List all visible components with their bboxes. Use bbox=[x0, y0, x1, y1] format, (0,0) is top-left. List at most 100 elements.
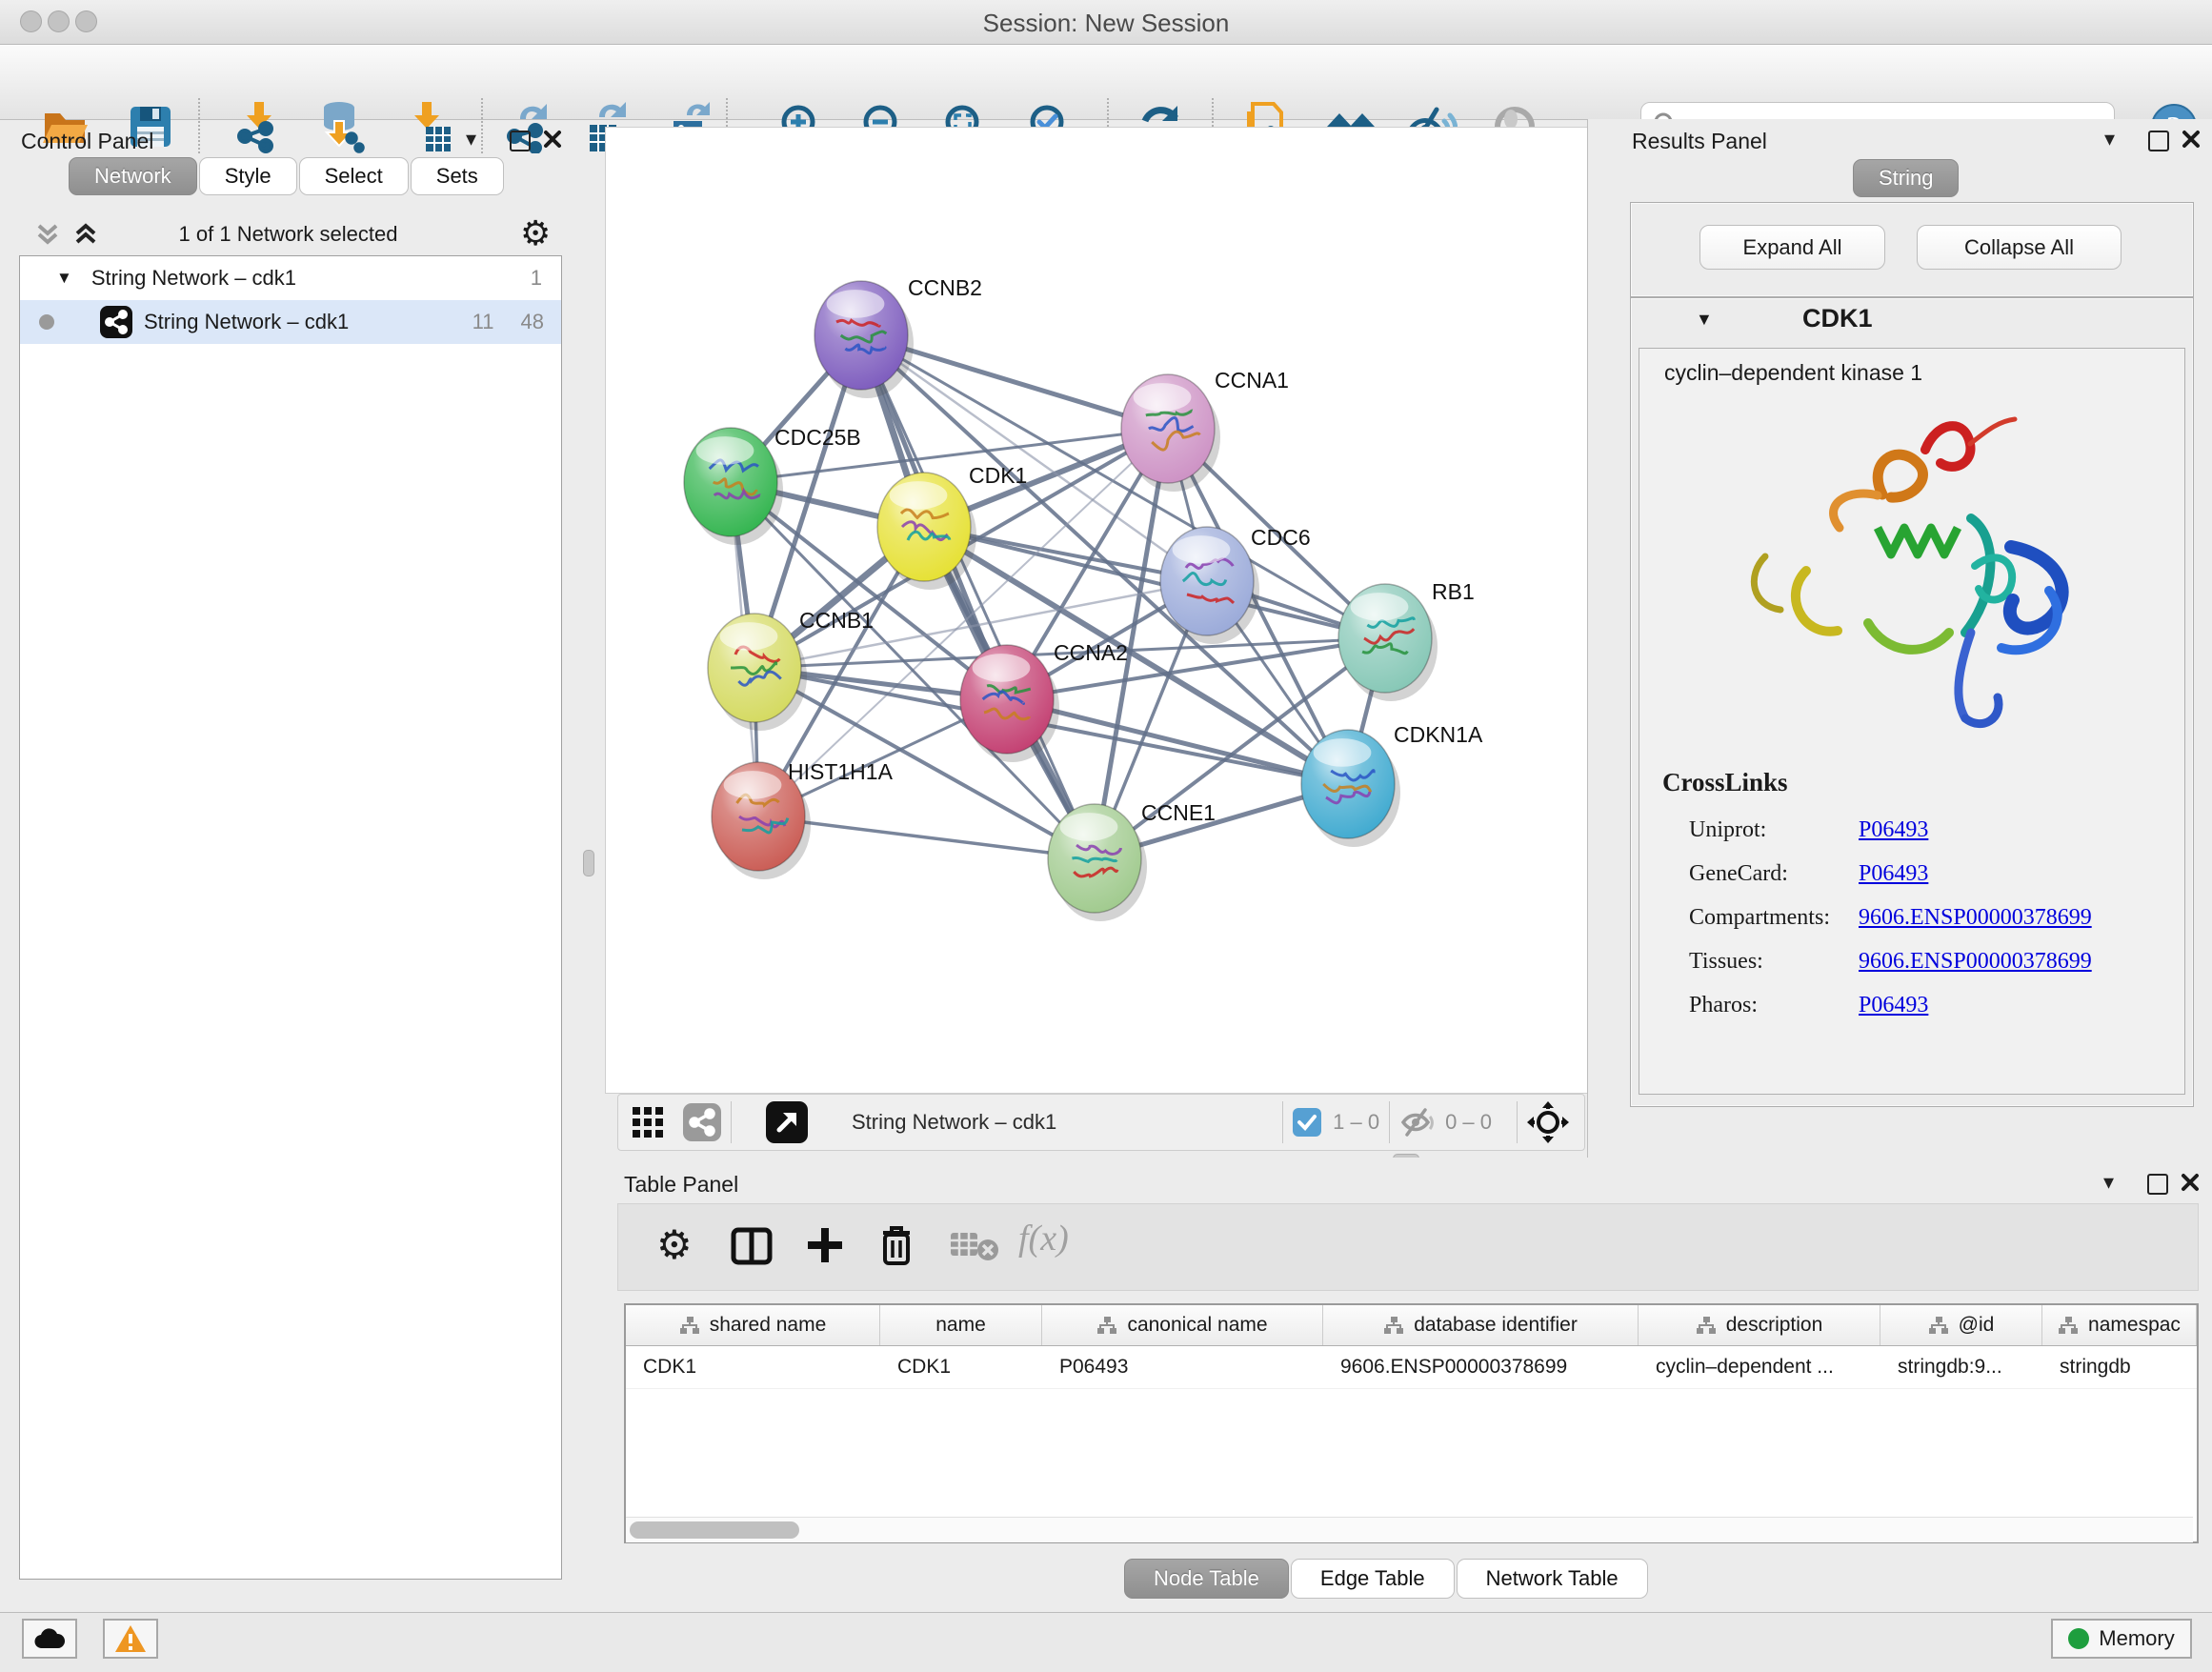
node-CDKN1A[interactable]: CDKN1A bbox=[1301, 722, 1483, 847]
tab-edge-table[interactable]: Edge Table bbox=[1291, 1559, 1455, 1599]
column-tree-icon bbox=[2058, 1316, 2079, 1335]
close-panel-icon[interactable] bbox=[543, 130, 562, 149]
current-network-dot-icon bbox=[39, 314, 54, 330]
crosslink-link[interactable]: P06493 bbox=[1859, 993, 1928, 1018]
table-cell[interactable]: stringdb:9... bbox=[1880, 1346, 2042, 1388]
open-in-window-icon[interactable] bbox=[766, 1101, 808, 1143]
network-collection-row[interactable]: ▼ String Network – cdk1 1 bbox=[20, 256, 561, 300]
table-panel-title: Table Panel bbox=[624, 1172, 738, 1198]
results-panel-tabs: String bbox=[1853, 159, 1961, 197]
node-CCNB1[interactable]: CCNB1 bbox=[708, 608, 874, 731]
node-label-CDC25B: CDC25B bbox=[774, 425, 861, 450]
gene-description: cyclin–dependent kinase 1 bbox=[1664, 360, 1922, 386]
crosslink-row: Compartments:9606.ENSP00000378699 bbox=[1689, 896, 2165, 939]
column-header-canonical-name[interactable]: canonical name bbox=[1042, 1305, 1323, 1345]
tab-network[interactable]: Network bbox=[69, 157, 197, 195]
memory-status-button[interactable]: Memory bbox=[2051, 1619, 2192, 1659]
node-label-HIST1H1A: HIST1H1A bbox=[788, 759, 894, 784]
column-header-name[interactable]: name bbox=[880, 1305, 1042, 1345]
node-label-CCNA2: CCNA2 bbox=[1054, 640, 1128, 665]
maximize-panel-icon[interactable] bbox=[510, 131, 531, 151]
node-RB1[interactable]: RB1 bbox=[1338, 579, 1475, 701]
expand-all-button[interactable]: Expand All bbox=[1699, 225, 1885, 270]
table-row[interactable]: CDK1CDK1P064939606.ENSP00000378699cyclin… bbox=[626, 1346, 2197, 1389]
edge-CCNB2-CCNE1[interactable] bbox=[861, 335, 1095, 858]
grid-view-icon[interactable] bbox=[632, 1106, 664, 1138]
protein-structure-image bbox=[1725, 404, 2106, 737]
table-cell[interactable]: P06493 bbox=[1042, 1346, 1323, 1388]
crosslink-link[interactable]: P06493 bbox=[1859, 817, 1928, 843]
gene-section: ▼ CDK1 cyclin–dependent kinase 1 CrossL bbox=[1630, 297, 2194, 1107]
network-options-gear-icon[interactable]: ⚙ bbox=[520, 214, 551, 253]
column-header-namespac[interactable]: namespac bbox=[2042, 1305, 2197, 1345]
expand-collapse-box: Expand All Collapse All bbox=[1630, 202, 2194, 297]
tab-style[interactable]: Style bbox=[199, 157, 297, 195]
crosslink-link[interactable]: P06493 bbox=[1859, 861, 1928, 887]
node-label-CCNA1: CCNA1 bbox=[1215, 368, 1289, 393]
table-cell[interactable]: cyclin–dependent ... bbox=[1639, 1346, 1880, 1388]
column-header-database-identifier[interactable]: database identifier bbox=[1323, 1305, 1639, 1345]
toolbar-separator bbox=[1517, 1101, 1518, 1143]
table-cell[interactable]: 9606.ENSP00000378699 bbox=[1323, 1346, 1639, 1388]
hidden-eye-slash-icon[interactable] bbox=[1399, 1107, 1436, 1138]
tab-string[interactable]: String bbox=[1853, 159, 1959, 197]
network-row-selected[interactable]: String Network – cdk1 11 48 bbox=[20, 300, 561, 344]
float-panel-icon[interactable]: ▾ bbox=[2104, 127, 2115, 151]
crosslink-label: GeneCard: bbox=[1689, 861, 1859, 887]
close-panel-icon[interactable] bbox=[2181, 1173, 2200, 1192]
crosslink-row: Pharos:P06493 bbox=[1689, 983, 2165, 1027]
tab-sets[interactable]: Sets bbox=[411, 157, 504, 195]
fit-content-crosshair-icon[interactable] bbox=[1527, 1101, 1569, 1143]
node-CDK1[interactable]: CDK1 bbox=[877, 463, 1027, 590]
main-toolbar: ? bbox=[0, 45, 2212, 120]
delete-table-icon[interactable] bbox=[950, 1229, 999, 1263]
maximize-panel-icon[interactable] bbox=[2148, 131, 2169, 151]
column-header-shared-name[interactable]: shared name bbox=[626, 1305, 880, 1345]
expand-all-chevron-icon[interactable] bbox=[72, 222, 99, 247]
node-CCNB2[interactable]: CCNB2 bbox=[814, 275, 982, 398]
collection-expander-icon[interactable]: ▼ bbox=[56, 269, 72, 288]
cloud-status-button[interactable] bbox=[22, 1619, 77, 1659]
gene-expander-icon[interactable]: ▼ bbox=[1696, 310, 1713, 330]
node-HIST1H1A[interactable]: HIST1H1A bbox=[712, 759, 894, 879]
table-settings-gear-icon[interactable]: ⚙ bbox=[656, 1221, 693, 1268]
column-header-description[interactable]: description bbox=[1639, 1305, 1880, 1345]
close-panel-icon[interactable] bbox=[2182, 130, 2201, 149]
node-CCNA2[interactable]: CCNA2 bbox=[960, 640, 1128, 762]
table-cell[interactable]: CDK1 bbox=[880, 1346, 1042, 1388]
crosslink-link[interactable]: 9606.ENSP00000378699 bbox=[1859, 905, 2092, 931]
float-panel-icon[interactable]: ▾ bbox=[466, 127, 476, 151]
table-cell[interactable]: stringdb bbox=[2042, 1346, 2197, 1388]
tab-network-table[interactable]: Network Table bbox=[1457, 1559, 1648, 1599]
left-splitter-handle[interactable] bbox=[583, 850, 594, 876]
window-title: Session: New Session bbox=[0, 9, 2212, 38]
tab-select[interactable]: Select bbox=[299, 157, 409, 195]
float-panel-icon[interactable]: ▾ bbox=[2103, 1170, 2114, 1195]
node-CDC6[interactable]: CDC6 bbox=[1160, 525, 1311, 644]
node-label-CCNB1: CCNB1 bbox=[799, 608, 874, 633]
node-CCNA1[interactable]: CCNA1 bbox=[1121, 368, 1289, 492]
warning-status-button[interactable] bbox=[103, 1619, 158, 1659]
share-network-icon[interactable] bbox=[683, 1103, 721, 1141]
selected-checkbox[interactable] bbox=[1293, 1108, 1321, 1137]
function-builder-icon[interactable]: f(x) bbox=[1018, 1218, 1069, 1259]
column-header--id[interactable]: @id bbox=[1880, 1305, 2042, 1345]
cloud-icon bbox=[33, 1627, 66, 1650]
network-label: String Network – cdk1 bbox=[144, 310, 349, 334]
collapse-all-button[interactable]: Collapse All bbox=[1917, 225, 2122, 270]
hscrollbar-thumb[interactable] bbox=[630, 1521, 799, 1539]
crosslink-link[interactable]: 9606.ENSP00000378699 bbox=[1859, 949, 2092, 975]
tab-node-table[interactable]: Node Table bbox=[1124, 1559, 1289, 1599]
add-column-icon[interactable] bbox=[805, 1225, 845, 1265]
node-attribute-table[interactable]: shared namenamecanonical namedatabase id… bbox=[624, 1303, 2199, 1543]
table-toolbar: ⚙ f(x) bbox=[617, 1203, 2199, 1291]
network-canvas[interactable]: CCNB2 CCNA1 CDC25B CDK1 CDC6RB1 CCNB1 CCNA2 CDK… bbox=[605, 127, 1589, 1094]
column-tree-icon bbox=[1928, 1316, 1949, 1335]
maximize-panel-icon[interactable] bbox=[2147, 1174, 2168, 1195]
node-CCNE1[interactable]: CCNE1 bbox=[1048, 800, 1216, 921]
collapse-all-chevron-icon[interactable] bbox=[34, 222, 61, 247]
split-columns-icon[interactable] bbox=[731, 1227, 773, 1265]
table-hscrollbar[interactable] bbox=[626, 1517, 2193, 1542]
delete-column-trash-icon[interactable] bbox=[877, 1223, 915, 1267]
table-cell[interactable]: CDK1 bbox=[626, 1346, 880, 1388]
